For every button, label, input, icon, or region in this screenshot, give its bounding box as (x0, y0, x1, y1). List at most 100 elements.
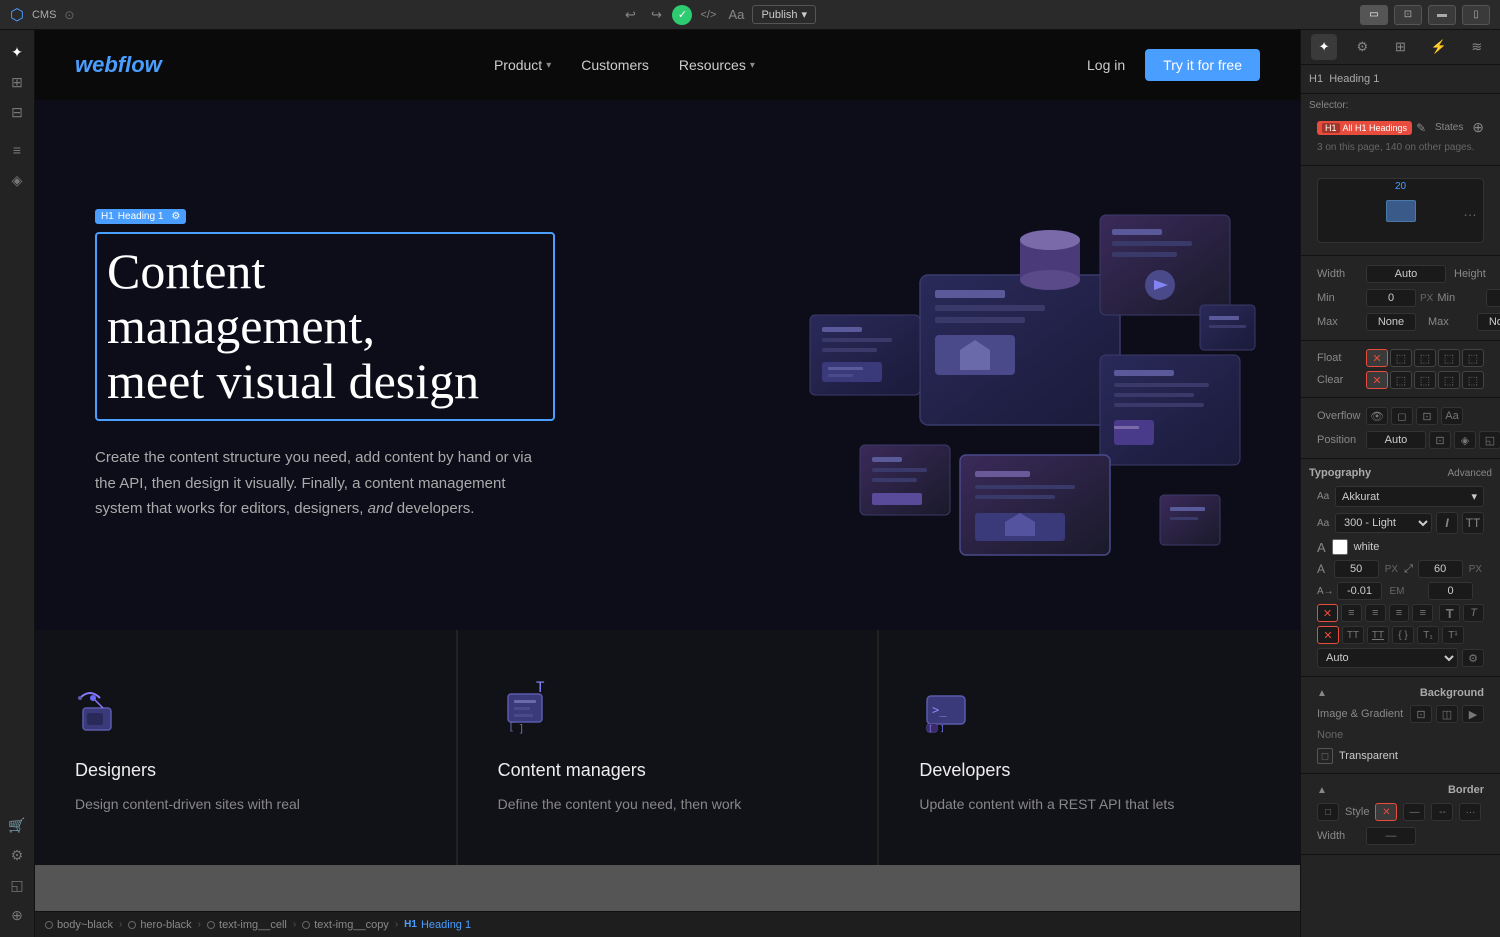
font-weight-selector[interactable]: 300 - Light 400 - Regular 700 - Bold (1335, 513, 1432, 533)
text-big-t-btn[interactable]: T (1439, 604, 1460, 622)
min-width-input[interactable] (1366, 289, 1416, 307)
mobile-portrait-button[interactable]: ▯ (1462, 5, 1490, 25)
left-panel-bottom2-icon[interactable]: ◱ (3, 871, 31, 899)
bg-color-swatch[interactable]: ◻ (1317, 748, 1333, 764)
left-panel-cms-icon[interactable]: ◈ (3, 166, 31, 194)
left-panel-pages-icon[interactable]: ≡ (3, 136, 31, 164)
breadcrumb-hero-black[interactable]: hero-black (128, 919, 191, 931)
interactions-panel-icon[interactable]: ⚡ (1426, 34, 1452, 60)
undo-button[interactable]: ↩ (618, 3, 642, 27)
bg-image-btn[interactable]: ⊡ (1410, 705, 1432, 723)
border-none-btn[interactable]: ✕ (1375, 803, 1397, 821)
clear-both-btn[interactable]: ⬚ (1438, 371, 1460, 389)
mobile-landscape-button[interactable]: ▬ (1428, 5, 1456, 25)
nav-login[interactable]: Log in (1087, 57, 1125, 73)
settings-panel-icon[interactable]: ⚙ (1349, 34, 1375, 60)
align-center-btn[interactable]: ≡ (1365, 604, 1386, 622)
typography-header[interactable]: Typography Advanced (1309, 465, 1492, 483)
float-right-btn[interactable]: ⬚ (1414, 349, 1436, 367)
deco-code-btn[interactable]: { } (1392, 626, 1414, 644)
ls-right-input[interactable] (1428, 582, 1473, 600)
clear-right-btn[interactable]: ⬚ (1414, 371, 1436, 389)
border-all-btn[interactable]: □ (1317, 803, 1339, 821)
desktop-view-button[interactable]: ▭ (1360, 5, 1388, 25)
line-height-input[interactable] (1418, 560, 1463, 578)
min-height-input[interactable] (1486, 289, 1500, 307)
heading-element-tag[interactable]: H1 Heading 1 ⚙ (95, 209, 186, 224)
breadcrumb-text-img-copy[interactable]: text-img__copy (302, 919, 389, 931)
font-family-selector[interactable]: Akkurat ▾ (1335, 486, 1484, 507)
position-opt2-btn[interactable]: ⊡ (1429, 431, 1451, 449)
deco-tt-btn[interactable]: TT (1342, 626, 1364, 644)
editor-icon-button[interactable]: Aa (724, 3, 748, 27)
left-panel-bottom1-icon[interactable]: ⚙ (3, 841, 31, 869)
nav-resources[interactable]: Resources ▾ (679, 57, 755, 73)
publish-button[interactable]: Publish ▾ (752, 5, 816, 24)
position-opt3-btn[interactable]: ◈ (1454, 431, 1476, 449)
left-panel-layout-icon[interactable]: ⊞ (3, 68, 31, 96)
left-panel-assets-icon[interactable]: ⊟ (3, 98, 31, 126)
letter-spacing-input[interactable] (1337, 582, 1382, 600)
left-panel-ecomm-icon[interactable]: 🛒 (3, 811, 31, 839)
position-input[interactable] (1366, 431, 1426, 449)
more-panel-icon[interactable]: ≋ (1464, 34, 1490, 60)
background-header[interactable]: ▲ Background (1309, 683, 1492, 703)
text-spacing-settings-icon[interactable]: ⚙ (1462, 649, 1484, 667)
border-width-input[interactable] (1366, 827, 1416, 845)
align-right-btn[interactable]: ≡ (1389, 604, 1410, 622)
overflow-scroll-btn[interactable]: ⊡ (1416, 407, 1438, 425)
webflow-logo-icon[interactable]: ⬡ (10, 5, 24, 25)
text-decoration-none-btn[interactable]: ✕ (1317, 604, 1338, 622)
bg-gradient-btn[interactable]: ◫ (1436, 705, 1458, 723)
border-dashed-btn[interactable]: -- (1431, 803, 1453, 821)
clear-left-btn[interactable]: ⬚ (1390, 371, 1412, 389)
layout-panel-icon[interactable]: ⊞ (1387, 34, 1413, 60)
font-size-input[interactable] (1334, 560, 1379, 578)
nav-customers[interactable]: Customers (581, 57, 649, 73)
deco-tt2-btn[interactable]: TT (1367, 626, 1389, 644)
clear-opt-btn[interactable]: ⬚ (1462, 371, 1484, 389)
clear-none-btn[interactable]: ✕ (1366, 371, 1388, 389)
float-left-btn[interactable]: ⬚ (1390, 349, 1412, 367)
advanced-label[interactable]: Advanced (1448, 468, 1492, 479)
selector-edit-icon[interactable]: ✎ (1416, 121, 1426, 135)
code-view-button[interactable]: </> (696, 3, 720, 27)
overflow-visible-btn[interactable]: 👁 (1366, 407, 1388, 425)
breadcrumb-heading1[interactable]: H1 Heading 1 (404, 919, 471, 931)
text-color-swatch[interactable] (1332, 539, 1348, 555)
selector-badge[interactable]: H1 All H1 Headings (1317, 121, 1412, 135)
float-none-btn[interactable]: ✕ (1366, 349, 1388, 367)
text-small-t-btn[interactable]: T (1463, 604, 1484, 622)
max-height-input[interactable] (1477, 313, 1500, 331)
deco-sup-btn[interactable]: T¹ (1442, 626, 1464, 644)
page-settings-icon[interactable]: ⊙ (64, 8, 74, 22)
align-justify-btn[interactable]: ≡ (1412, 604, 1433, 622)
border-solid-btn[interactable]: — (1403, 803, 1425, 821)
align-left-btn[interactable]: ≡ (1341, 604, 1362, 622)
deco-sub-btn[interactable]: T₁ (1417, 626, 1439, 644)
selector-add-icon[interactable]: ⊕ (1472, 119, 1484, 136)
bg-video-btn[interactable]: ▶ (1462, 705, 1484, 723)
tablet-view-button[interactable]: ⊡ (1394, 5, 1422, 25)
float-opt3-btn[interactable]: ⬚ (1438, 349, 1460, 367)
overflow-auto-btn[interactable]: Aa (1441, 407, 1463, 425)
deco-none-btn[interactable]: ✕ (1317, 626, 1339, 644)
nav-cta[interactable]: Try it for free (1145, 49, 1260, 81)
heading-settings-icon[interactable]: ⚙ (171, 211, 180, 222)
h1-heading-selected[interactable]: Content management,meet visual design (95, 232, 555, 421)
overflow-hidden-btn[interactable]: ◻ (1391, 407, 1413, 425)
width-input[interactable] (1366, 265, 1446, 283)
max-width-input[interactable] (1366, 313, 1416, 331)
style-panel-icon[interactable]: ✦ (1311, 34, 1337, 60)
border-dotted-btn[interactable]: ··· (1459, 803, 1481, 821)
breadcrumb-text-img-cell[interactable]: text-img__cell (207, 919, 287, 931)
breadcrumb-body-black[interactable]: body~black (45, 919, 113, 931)
left-panel-bottom3-icon[interactable]: ⊕ (3, 901, 31, 929)
text-spacing-selector[interactable]: Auto (1317, 648, 1458, 668)
float-opt4-btn[interactable]: ⬚ (1462, 349, 1484, 367)
left-panel-style-icon[interactable]: ✦ (3, 38, 31, 66)
nav-product[interactable]: Product ▾ (494, 57, 551, 73)
text-transform-button[interactable]: TT (1462, 512, 1484, 534)
redo-button[interactable]: ↪ (644, 3, 668, 27)
position-opt4-btn[interactable]: ◱ (1479, 431, 1500, 449)
